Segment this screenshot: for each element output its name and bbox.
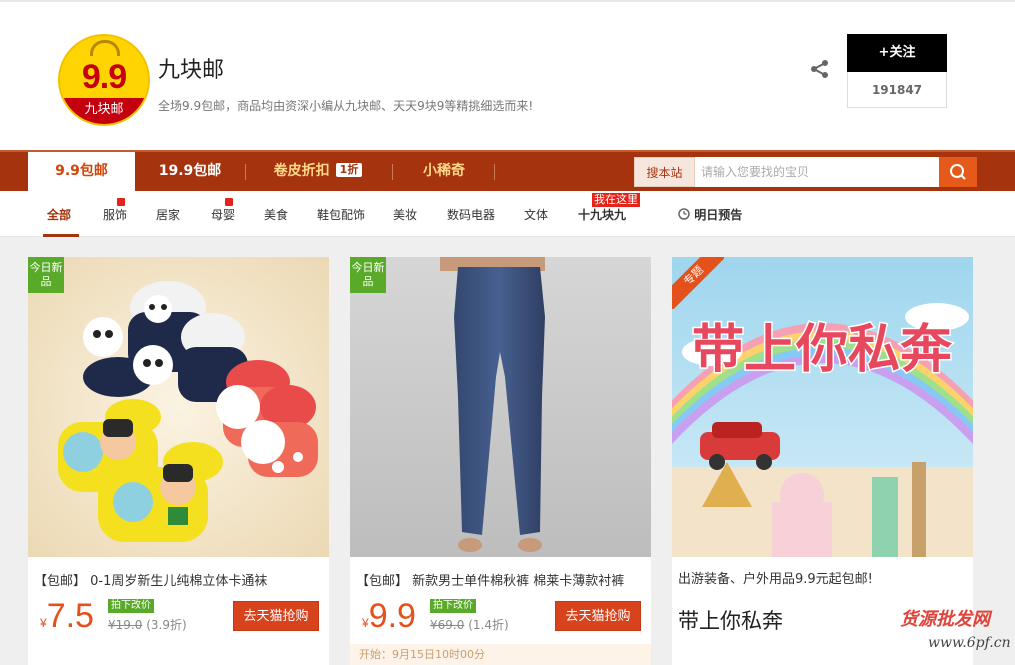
category-stationery[interactable]: 文体 [524, 206, 548, 223]
here-hint-badge: 我在这里 [592, 193, 640, 207]
promo-card[interactable]: 带上你私奔 专题 出游装备、户外用品9.9元起包邮! 带上你私奔 [672, 257, 973, 665]
tab-19-9-baoyou[interactable]: 19.9包邮 [145, 152, 235, 191]
clock-icon [678, 208, 690, 220]
original-price: ¥19.0 (3.9折) [108, 616, 187, 633]
promo-description: 出游装备、户外用品9.9元起包邮! [678, 572, 873, 587]
product-price: ¥9.9 [362, 597, 416, 636]
watermark-line2: www.6pf.cn [928, 635, 1011, 651]
search-button[interactable] [939, 157, 977, 187]
start-time-bar: 开始：9月15日10时00分 [350, 644, 651, 665]
nav-divider [245, 164, 246, 180]
tab-9-9-baoyou[interactable]: 9.9包邮 [28, 152, 135, 191]
price-value: 7.5 [46, 597, 94, 635]
shop-description: 全场9.9包邮，商品均由资深小编从九块邮、天天9块9等精挑细选而来! [158, 99, 534, 113]
watermark-line1: 货源批发网 [900, 609, 990, 630]
follow-button[interactable]: +关注 [847, 34, 947, 72]
hot-marker-icon [117, 198, 125, 206]
buy-on-tmall-button[interactable]: 去天猫抢购 [233, 601, 319, 631]
logo-number: 9.9 [81, 58, 127, 96]
product-card[interactable]: 今日新品 【包邮】 0-1周岁新生儿纯棉立体卡通袜 ¥7.5 拍下改价 ¥19.… [28, 257, 329, 665]
discount-rate: (3.9折) [146, 618, 187, 632]
currency-symbol: ¥ [362, 616, 369, 630]
category-all[interactable]: 全部 [47, 206, 71, 223]
category-shoes-bags[interactable]: 鞋包配饰 [317, 206, 365, 223]
search-scope-label[interactable]: 搜本站 [634, 157, 695, 187]
tab-xiaoxiqi[interactable]: 小稀奇 [408, 152, 480, 191]
logo-text: 九块邮 [60, 98, 148, 124]
product-image-long-johns[interactable] [350, 257, 651, 557]
topic-tag-label: 专题 [672, 257, 724, 309]
product-title[interactable]: 【包邮】 0-1周岁新生儿纯棉立体卡通袜 [34, 570, 267, 589]
product-price: ¥7.5 [40, 597, 94, 636]
shop-name[interactable]: 九块邮 [158, 52, 224, 84]
main-nav: 9.9包邮 19.9包邮 卷皮折扣 1折 小稀奇 搜本站 [0, 150, 1015, 191]
buy-on-tmall-button[interactable]: 去天猫抢购 [555, 601, 641, 631]
new-today-tag: 今日新品 [28, 257, 64, 293]
site-watermark: 货源批发网 www.6pf.cn [900, 605, 1015, 665]
tab-label: 9.9包邮 [55, 163, 108, 179]
category-bar: 全部 服饰 居家 母婴 美食 鞋包配饰 美妆 数码电器 文体 我在这里 十九块九… [0, 191, 1015, 237]
category-baby[interactable]: 母婴 [211, 206, 235, 223]
share-icon[interactable] [810, 59, 830, 79]
discount-badge: 1折 [335, 163, 363, 177]
product-card[interactable]: 今日新品 【包邮】 新款男士单件棉秋裤 棉莱卡薄款衬裤 ¥9.9 拍下改价 ¥6… [350, 257, 651, 665]
nav-divider [494, 164, 495, 180]
shop-logo[interactable]: 9.9 九块邮 [58, 34, 150, 126]
tab-label: 19.9包邮 [158, 163, 222, 179]
active-category-underline [43, 234, 79, 237]
category-electronics[interactable]: 数码电器 [447, 206, 495, 223]
category-label: 明日预告 [694, 208, 743, 222]
nav-divider [392, 164, 393, 180]
category-home[interactable]: 居家 [156, 206, 180, 223]
bag-handle-icon [90, 40, 120, 56]
tab-juanpi-zhekou[interactable]: 卷皮折扣 1折 [258, 152, 378, 191]
discount-rate: (1.4折) [468, 618, 509, 632]
category-19-9[interactable]: 十九块九 [578, 206, 626, 223]
product-title[interactable]: 【包邮】 新款男士单件棉秋裤 棉莱卡薄款衬裤 [356, 570, 624, 589]
promo-title[interactable]: 带上你私奔 [678, 605, 783, 635]
search-input[interactable] [695, 157, 939, 187]
shop-header: 9.9 九块邮 九块邮 全场9.9包邮，商品均由资深小编从九块邮、天天9块9等精… [0, 0, 1015, 150]
category-food[interactable]: 美食 [264, 206, 288, 223]
price-value: 9.9 [368, 597, 416, 635]
promo-banner-text: 带上你私奔 [692, 320, 953, 380]
currency-symbol: ¥ [40, 616, 47, 630]
follower-count: 191847 [847, 72, 947, 108]
original-price: ¥69.0 (1.4折) [430, 616, 509, 633]
search-icon [950, 164, 966, 180]
tab-label: 小稀奇 [423, 163, 465, 179]
tab-label: 卷皮折扣 [273, 163, 330, 179]
price-change-badge: 拍下改价 [430, 599, 476, 613]
original-price-value: ¥19.0 [108, 618, 143, 632]
original-price-value: ¥69.0 [430, 618, 465, 632]
product-image-baby-socks[interactable] [28, 257, 329, 557]
topic-tag: 专题 [672, 257, 724, 309]
hot-marker-icon [225, 198, 233, 206]
price-change-badge: 拍下改价 [108, 599, 154, 613]
category-beauty[interactable]: 美妆 [393, 206, 417, 223]
new-today-tag: 今日新品 [350, 257, 386, 293]
category-tomorrow[interactable]: 明日预告 [678, 206, 742, 223]
category-clothing[interactable]: 服饰 [103, 206, 127, 223]
